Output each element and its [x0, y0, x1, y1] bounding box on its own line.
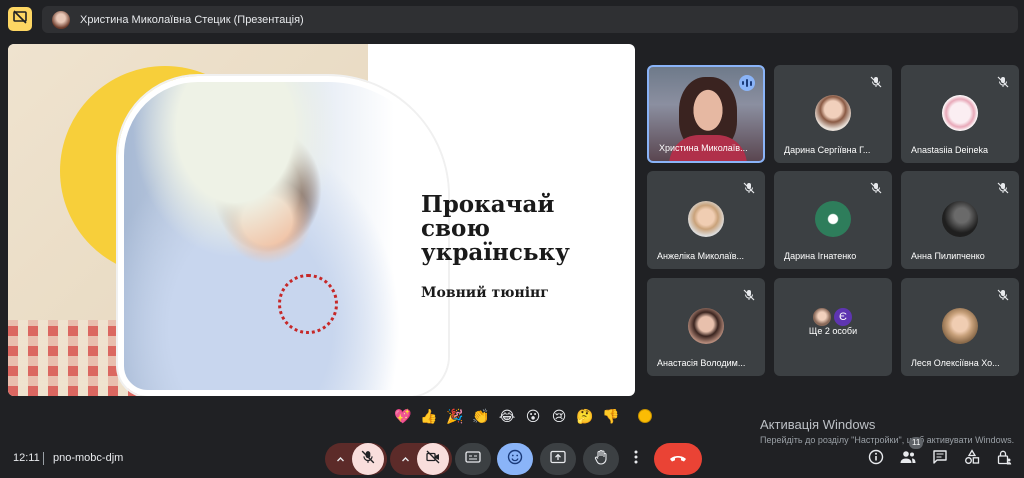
camera-control-group — [390, 443, 452, 475]
presenter-bar: Христина Миколаївна Стецик (Презентація) — [42, 6, 1018, 33]
leave-call-button[interactable] — [654, 443, 702, 475]
reaction-clap[interactable]: 👏 — [470, 405, 492, 427]
mic-options-chevron-icon[interactable] — [328, 455, 352, 464]
reaction-party[interactable]: 🎉 — [444, 405, 466, 427]
captions-icon — [465, 450, 481, 469]
slide-beads — [278, 274, 338, 334]
participant-name: Дарина Сергіївна Г... — [784, 145, 871, 155]
mic-off-icon — [870, 75, 882, 88]
reaction-thinking[interactable]: 🤔 — [574, 405, 596, 427]
slide-painting — [118, 76, 448, 396]
participant-tile[interactable]: Anastasiia Deineka — [901, 65, 1019, 163]
meet-window: Христина Миколаївна Стецик (Презентація)… — [0, 0, 1024, 478]
mic-off-icon — [743, 288, 755, 301]
avatar — [688, 308, 724, 344]
avatar — [942, 201, 978, 237]
slide-title: Прокачай свою українську — [421, 191, 570, 266]
participant-tile[interactable]: Леся Олексіївна Хо... — [901, 278, 1019, 376]
participant-name: Христина Миколаїв... — [659, 143, 748, 153]
camera-toggle-button[interactable] — [417, 443, 449, 475]
mic-off-icon — [997, 181, 1009, 194]
mic-control-group — [325, 443, 387, 475]
reaction-bar: 💖 👍 🎉 👏 😂 😮 😢 🤔 👎 — [392, 405, 656, 427]
participant-name: Анна Пилипченко — [911, 251, 985, 261]
avatar — [942, 95, 978, 131]
avatar — [942, 308, 978, 344]
mic-off-icon — [361, 450, 375, 469]
raise-hand-button[interactable] — [583, 443, 619, 475]
presentation-slide: Прокачай свою українську Мовний тюнінг — [8, 44, 635, 396]
stop-presenting-button[interactable] — [8, 7, 32, 31]
speaking-indicator-icon — [739, 75, 755, 91]
emoji-icon — [507, 449, 523, 470]
meeting-code: pno-mobc-djm — [53, 452, 124, 464]
participant-tile[interactable]: Анна Пилипченко — [901, 171, 1019, 269]
people-icon — [899, 449, 917, 470]
participant-tile[interactable]: Дарина Ігнатенко — [774, 171, 892, 269]
reaction-laugh[interactable]: 😂 — [496, 405, 518, 427]
presenter-avatar — [52, 10, 70, 29]
people-button[interactable] — [897, 448, 919, 470]
participants-count-badge: 11 — [909, 437, 924, 449]
avatar — [815, 201, 851, 237]
meeting-details-button[interactable] — [865, 448, 887, 470]
mic-toggle-button[interactable] — [352, 443, 384, 475]
mic-off-icon — [870, 181, 882, 194]
shapes-icon — [964, 448, 980, 470]
present-screen-button[interactable] — [540, 443, 576, 475]
avatar — [815, 95, 851, 131]
info-icon — [868, 449, 884, 470]
participant-tile[interactable]: Анастасія Володим... — [647, 278, 765, 376]
mic-off-icon — [743, 181, 755, 194]
avatar — [811, 306, 833, 328]
reaction-thumbs-down[interactable]: 👎 — [600, 405, 622, 427]
participant-name: Anastasiia Deineka — [911, 145, 989, 155]
lock-person-icon — [996, 449, 1012, 470]
reaction-sad[interactable]: 😢 — [548, 405, 570, 427]
reaction-heart[interactable]: 💖 — [392, 405, 414, 427]
mic-off-icon — [997, 288, 1009, 301]
avatar — [688, 201, 724, 237]
mic-off-icon — [997, 75, 1009, 88]
divider — [43, 452, 44, 465]
hand-icon — [593, 449, 609, 470]
meeting-time: 12:11 — [13, 452, 40, 464]
participant-tile-self[interactable]: Христина Миколаїв... — [647, 65, 765, 163]
chat-icon — [932, 449, 948, 470]
presenter-label: Христина Миколаївна Стецик (Презентація) — [80, 13, 304, 26]
windows-activation-title: Активація Windows — [760, 417, 876, 432]
more-participants-label: Ще 2 особи — [808, 326, 858, 336]
host-controls-button[interactable] — [993, 448, 1015, 470]
more-options-button[interactable] — [626, 443, 646, 475]
camera-off-icon — [426, 450, 440, 469]
windows-activation-body: Перейдіть до розділу "Настройки", щоб ак… — [760, 435, 1015, 445]
present-icon — [550, 450, 566, 469]
slide-subtitle: Мовний тюнінг — [421, 285, 549, 301]
more-vert-icon — [634, 450, 638, 469]
camera-options-chevron-icon[interactable] — [393, 455, 417, 464]
participant-name: Анжеліка Миколаїв... — [657, 251, 745, 261]
chat-button[interactable] — [929, 448, 951, 470]
skin-tone-icon — [638, 409, 652, 423]
reactions-button[interactable] — [497, 443, 533, 475]
participant-tile[interactable]: Анжеліка Миколаїв... — [647, 171, 765, 269]
participant-name: Анастасія Володим... — [657, 358, 746, 368]
activities-button[interactable] — [961, 448, 983, 470]
participant-name: Леся Олексіївна Хо... — [911, 358, 1000, 368]
reaction-thumbs-up[interactable]: 👍 — [418, 405, 440, 427]
call-end-icon — [668, 450, 688, 468]
reaction-skin-tone-button[interactable] — [634, 405, 656, 427]
present-off-icon — [13, 9, 27, 29]
avatar: Є — [832, 306, 854, 328]
participant-tile[interactable]: Дарина Сергіївна Г... — [774, 65, 892, 163]
captions-button[interactable] — [455, 443, 491, 475]
participant-tile-more[interactable]: Є Ще 2 особи — [774, 278, 892, 376]
participant-name: Дарина Ігнатенко — [784, 251, 857, 261]
reaction-surprised[interactable]: 😮 — [522, 405, 544, 427]
